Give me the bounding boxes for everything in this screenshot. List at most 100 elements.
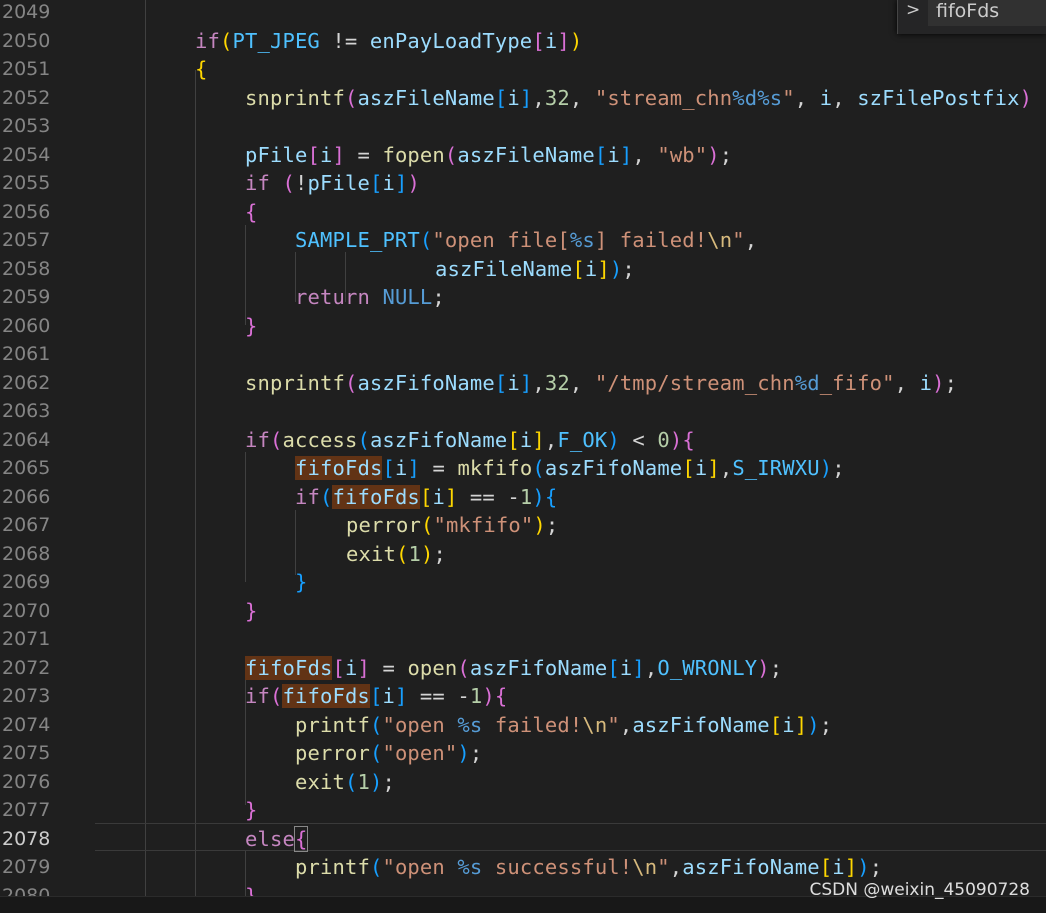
code-token: pFile <box>245 142 308 167</box>
code-line[interactable]: 2064 if(access(aszFifoName[i],F_OK) < 0){ <box>0 426 1046 455</box>
line-number: 2052 <box>2 86 51 109</box>
code-line[interactable]: 2075 perror("open"); <box>0 739 1046 768</box>
find-widget[interactable]: > fifoFds <box>897 0 1046 34</box>
line-number: 2067 <box>2 514 51 536</box>
code-line[interactable]: 2053 <box>0 112 1046 141</box>
code-token: , <box>632 142 658 167</box>
code-token: , <box>569 370 595 395</box>
code-token: ( <box>344 769 358 794</box>
code-text: aszFileName[i]); <box>435 255 635 284</box>
code-token: ( <box>419 228 433 252</box>
code-line[interactable]: 2059 return NULL; <box>0 283 1046 312</box>
code-token: i <box>819 85 833 110</box>
code-token: ; <box>944 370 958 395</box>
code-token: ; <box>545 513 559 537</box>
code-token: %s <box>569 228 595 252</box>
code-line[interactable]: 2051 { <box>0 55 1046 84</box>
code-line[interactable]: 2076 exit(1); <box>0 768 1046 797</box>
code-text: printf("open %s failed!\n",aszFifoName[i… <box>295 711 832 740</box>
find-input[interactable]: fifoFds <box>928 0 1046 26</box>
code-line[interactable]: 2077} <box>0 796 1046 825</box>
code-token: == - <box>407 684 470 708</box>
code-token: fifoFds <box>282 684 370 708</box>
code-token: perror <box>346 513 421 537</box>
code-token: [ <box>382 456 395 480</box>
code-line[interactable]: 2073 if(fifoFds[i] == -1){ <box>0 682 1046 711</box>
code-line[interactable]: 2066 if(fifoFds[i] == -1){ <box>0 483 1046 512</box>
code-line[interactable]: 2078 else{ <box>0 825 1046 854</box>
code-token: ) <box>482 684 495 708</box>
code-text: if(access(aszFifoName[i],F_OK) < 0){ <box>245 426 695 455</box>
watermark: CSDN @weixin_45090728 <box>809 880 1030 900</box>
code-line[interactable]: 2072 fifoFds[i] = open(aszFifoName[i],O_W… <box>0 654 1046 683</box>
code-line[interactable]: 2050 if(PT_JPEG != enPayLoadType[i]) <box>0 27 1046 56</box>
code-token: { <box>494 684 508 708</box>
code-token: snprintf <box>245 85 345 110</box>
code-token: [ <box>419 484 433 509</box>
code-token: mkfifo <box>457 456 533 480</box>
code-line[interactable]: 2049 <box>0 0 1046 27</box>
code-text: exit(1); <box>346 540 446 569</box>
code-token: ) <box>407 171 420 195</box>
code-line[interactable]: 2056 { <box>0 198 1046 227</box>
code-line[interactable]: 2065 fifoFds[i] = mkfifo(aszFifoName[i],S… <box>0 454 1046 483</box>
code-token: "open <box>382 712 458 737</box>
code-token: access <box>282 427 358 452</box>
code-token: , <box>744 228 758 252</box>
code-line[interactable]: 2057 SAMPLE_PRT("open file[%s] failed!\n"… <box>0 226 1046 255</box>
code-token: ) <box>1019 85 1033 110</box>
chevron-right-icon[interactable]: > <box>906 0 920 20</box>
code-token: aszFileName <box>435 256 573 281</box>
code-text: snprintf(aszFifoName[i],32, "/tmp/stream… <box>245 369 957 398</box>
code-token: ( <box>344 85 358 110</box>
code-line[interactable]: 2062 snprintf(aszFifoName[i],32, "/tmp/st… <box>0 369 1046 398</box>
code-line[interactable]: 2061 <box>0 340 1046 369</box>
code-token: i <box>832 855 845 879</box>
code-line[interactable]: 2063 <box>0 397 1046 426</box>
code-token: [ <box>594 142 608 167</box>
code-line[interactable]: 2079 printf("open %s successful!\n",aszFi… <box>0 853 1046 882</box>
code-text: printf("open %s successful!\n",aszFifoNa… <box>295 853 882 882</box>
line-number: 2058 <box>2 257 51 280</box>
code-token: ) <box>757 655 770 680</box>
code-token: ( <box>420 513 434 537</box>
code-line[interactable]: 2069} <box>0 568 1046 597</box>
code-token: ; <box>719 142 733 167</box>
code-line[interactable]: 2067 perror("mkfifo"); <box>0 511 1046 540</box>
code-token: == - <box>457 484 520 509</box>
line-number: 2065 <box>2 457 51 479</box>
code-line[interactable]: 2071 <box>0 625 1046 654</box>
code-text: snprintf(aszFileName[i],32, "stream_chn%… <box>245 84 1032 113</box>
code-token: printf <box>295 855 370 879</box>
code-token: "open <box>382 855 458 879</box>
code-token: ) <box>457 741 470 765</box>
code-token: ( <box>532 456 545 480</box>
code-line[interactable]: 2068 exit(1); <box>0 540 1046 569</box>
code-token: , <box>894 370 920 395</box>
code-token: successful! <box>482 855 633 879</box>
code-line[interactable]: 2074 printf("open %s failed!\n",aszFifoNa… <box>0 711 1046 740</box>
code-token: ) <box>932 370 945 395</box>
code-editor[interactable]: 2049 2050 if(PT_JPEG != enPayLoadType[i]) 2… <box>0 0 1046 896</box>
code-token: \n <box>582 712 608 737</box>
line-number: 2053 <box>2 115 51 137</box>
code-line[interactable]: 2052 snprintf(aszFileName[i],32, "stream_… <box>0 84 1046 113</box>
code-token: if <box>295 484 320 509</box>
code-line[interactable]: 2058 aszFileName[i]); <box>0 255 1046 284</box>
code-token: , <box>532 85 545 110</box>
code-text: return NULL; <box>295 283 445 312</box>
line-number: 2055 <box>2 172 51 194</box>
code-line[interactable]: 2060} <box>0 312 1046 341</box>
code-token: pFile <box>307 171 370 195</box>
code-token: ( <box>444 142 458 167</box>
code-line[interactable]: 2070} <box>0 597 1046 626</box>
code-line[interactable]: 2054 pFile[i] = fopen(aszFileName[i], "wb… <box>0 141 1046 170</box>
line-number: 2066 <box>2 485 51 508</box>
code-token: [ <box>572 256 585 281</box>
code-line[interactable]: 2055 if (!pFile[i]) <box>0 169 1046 198</box>
code-token: %d <box>794 370 820 395</box>
code-token: ) <box>369 769 383 794</box>
code-token: failed! <box>482 712 583 737</box>
code-token: = <box>369 655 408 680</box>
code-token: exit <box>346 541 396 566</box>
